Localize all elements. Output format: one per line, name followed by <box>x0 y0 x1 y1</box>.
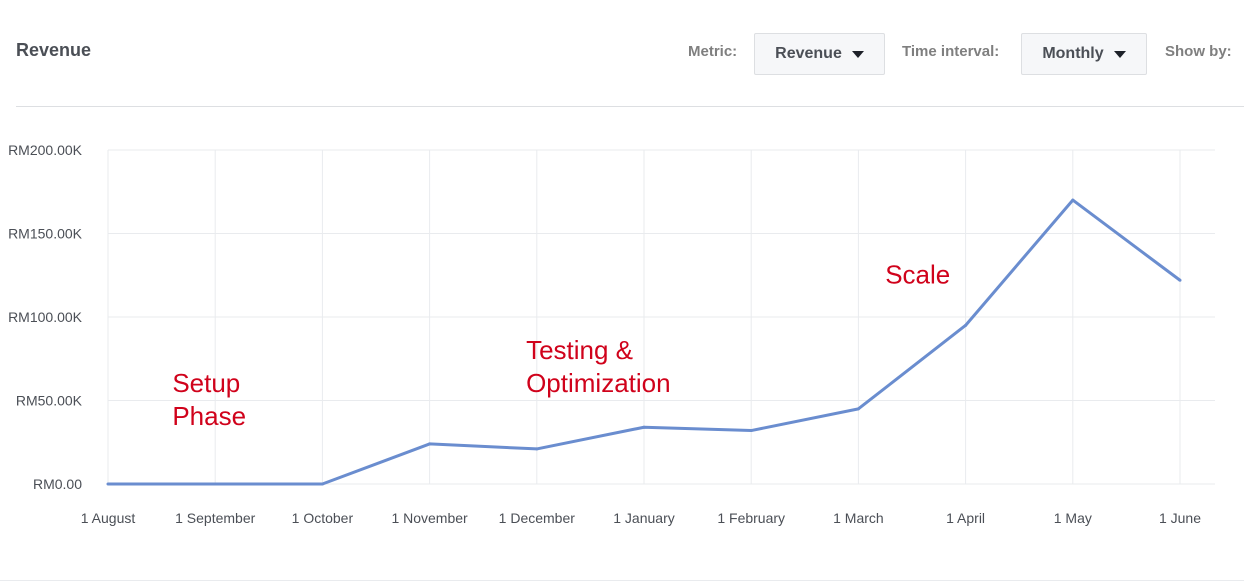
y-axis-ticks: RM0.00 RM50.00K RM100.00K RM150.00K RM200.00… <box>8 142 83 492</box>
x-tick-label: 1 September <box>175 510 255 526</box>
data-point <box>428 442 432 446</box>
annotation-label: Setup <box>172 368 240 398</box>
x-tick-label: 1 June <box>1159 510 1201 526</box>
y-tick-label: RM100.00K <box>8 309 83 325</box>
x-axis-ticks: 1 August 1 September 1 October 1 November 1 … <box>81 510 1201 526</box>
data-point <box>213 482 217 486</box>
chart-annotations: SetupPhase Testing &Optimization Scale <box>172 260 950 432</box>
data-point <box>320 482 324 486</box>
y-tick-label: RM50.00K <box>16 393 83 409</box>
data-point <box>964 323 968 327</box>
x-tick-label: 1 August <box>81 510 136 526</box>
y-tick-label: RM200.00K <box>8 142 83 158</box>
data-point <box>106 482 110 486</box>
chart-grid <box>107 149 1215 485</box>
x-tick-label: 1 February <box>717 510 785 526</box>
annotation-label: Phase <box>172 401 246 431</box>
x-tick-label: 1 March <box>833 510 884 526</box>
x-tick-label: 1 October <box>292 510 354 526</box>
data-point <box>749 429 753 433</box>
y-tick-label: RM150.00K <box>8 226 83 242</box>
y-tick-label: RM0.00 <box>33 476 82 492</box>
data-point <box>642 425 646 429</box>
data-point <box>1178 278 1182 282</box>
data-point <box>1071 198 1075 202</box>
revenue-chart: RM0.00 RM50.00K RM100.00K RM150.00K RM200.00… <box>8 142 1215 526</box>
x-tick-label: 1 April <box>946 510 985 526</box>
annotation-label: Optimization <box>526 368 671 398</box>
annotation-label: Scale <box>885 260 950 290</box>
x-tick-label: 1 December <box>499 510 576 526</box>
data-point <box>535 447 539 451</box>
data-point <box>856 407 860 411</box>
annotation-label: Testing & <box>526 335 633 365</box>
x-tick-label: 1 January <box>613 510 674 526</box>
x-tick-label: 1 November <box>391 510 468 526</box>
x-tick-label: 1 May <box>1054 510 1092 526</box>
bottom-divider <box>0 580 1244 581</box>
